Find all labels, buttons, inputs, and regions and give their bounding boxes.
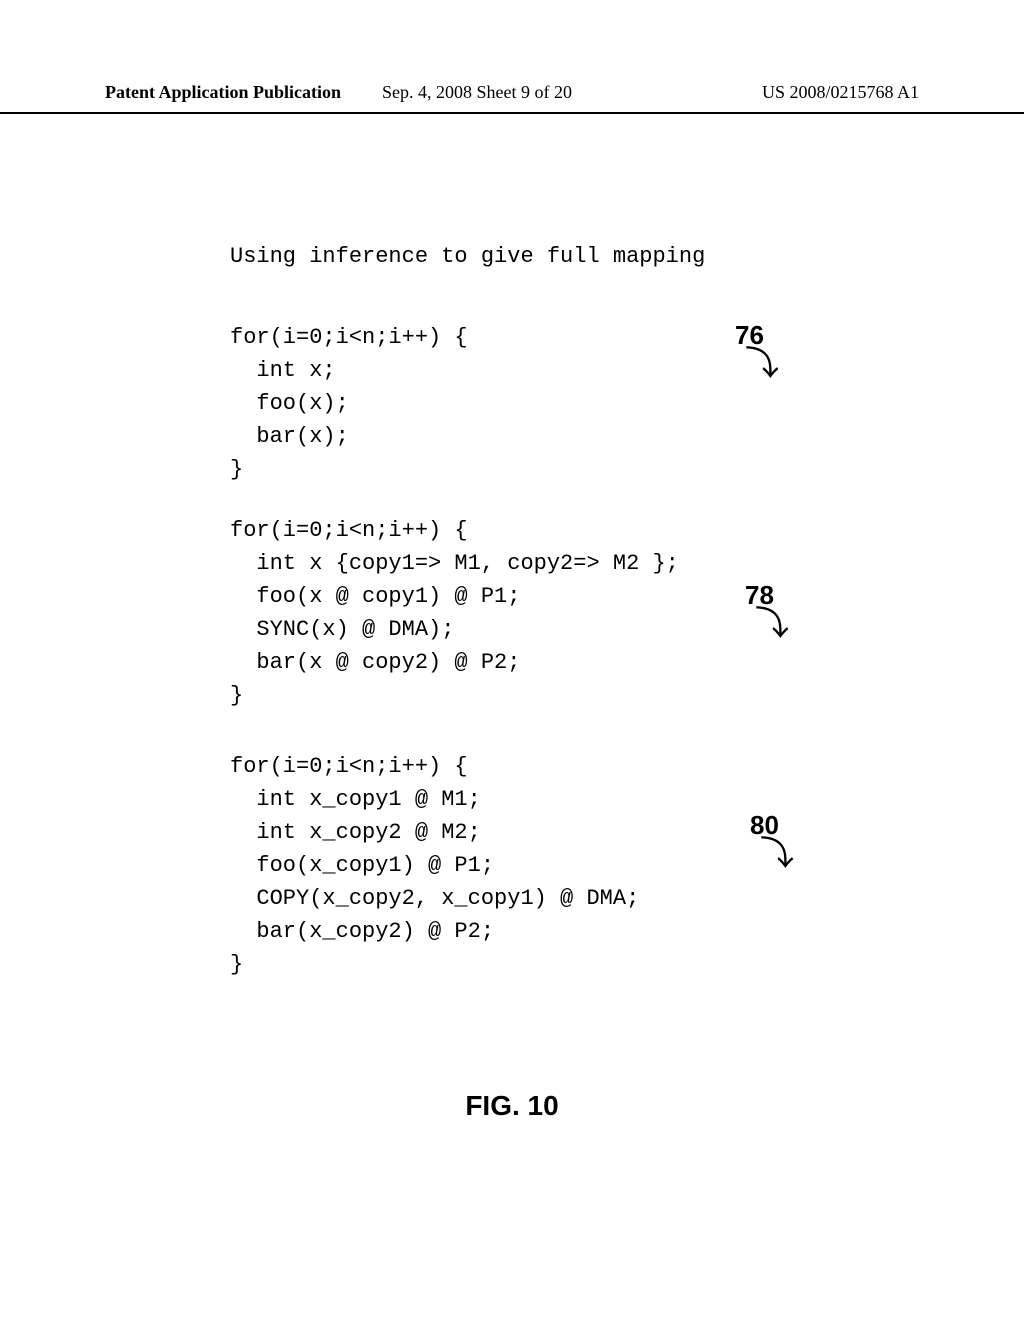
callout-80: 80: [750, 810, 779, 841]
figure-caption: FIG. 10: [0, 1090, 1024, 1122]
code-block-76: for(i=0;i<n;i++) { int x; foo(x); bar(x)…: [230, 321, 924, 486]
callout-brace-icon: ⤵: [760, 840, 794, 874]
callout-78: 78: [745, 580, 774, 611]
figure-content: Using inference to give full mapping for…: [230, 240, 924, 981]
callout-brace-icon: ⤵: [745, 350, 779, 384]
code-block-80: for(i=0;i<n;i++) { int x_copy1 @ M1; int…: [230, 750, 924, 981]
page-header: Patent Application Publication Sep. 4, 2…: [0, 82, 1024, 114]
header-left: Patent Application Publication: [105, 82, 341, 103]
callout-76: 76: [735, 320, 764, 351]
code-block-78: for(i=0;i<n;i++) { int x {copy1=> M1, co…: [230, 514, 924, 712]
page: Patent Application Publication Sep. 4, 2…: [0, 0, 1024, 1320]
header-mid: Sep. 4, 2008 Sheet 9 of 20: [382, 82, 572, 103]
figure-title: Using inference to give full mapping: [230, 240, 924, 273]
header-right: US 2008/0215768 A1: [762, 82, 919, 103]
callout-brace-icon: ⤵: [755, 610, 789, 644]
